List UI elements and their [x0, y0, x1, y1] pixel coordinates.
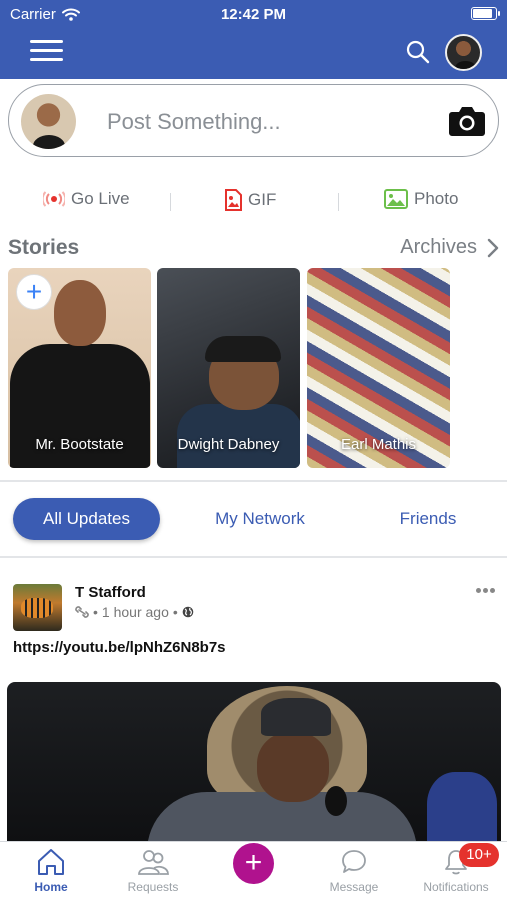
add-story-icon[interactable]: + — [16, 274, 52, 310]
nav-requests-label: Requests — [127, 880, 179, 894]
bottom-nav: Home Requests + Message Notifications — [0, 841, 507, 900]
more-options-icon[interactable] — [476, 580, 500, 593]
composer-actions: Go Live GIF Photo — [0, 189, 507, 217]
search-icon[interactable] — [405, 39, 431, 65]
archives-label: Archives — [400, 236, 477, 258]
chevron-right-icon — [487, 238, 499, 257]
nav-message[interactable]: Message — [309, 848, 399, 894]
go-live-label: Go Live — [71, 189, 130, 208]
globe-icon — [182, 606, 194, 618]
story-name: Dwight Dabney — [177, 436, 280, 453]
post-composer[interactable]: Post Something... — [8, 84, 499, 157]
link-icon — [75, 606, 89, 618]
photo-image-icon — [384, 189, 408, 209]
story-card[interactable]: Dwight Dabney — [157, 268, 300, 468]
story-name: Earl Mathis — [340, 436, 417, 453]
archives-link[interactable]: Archives — [400, 236, 499, 259]
home-icon — [38, 849, 64, 875]
nav-notifications-label: Notifications — [423, 880, 489, 894]
tab-friends[interactable]: Friends — [380, 498, 476, 540]
app-header: Carrier 12:42 PM — [0, 0, 507, 79]
users-icon — [138, 850, 169, 875]
nav-message-label: Message — [329, 880, 379, 894]
post-link[interactable]: https://youtu.be/lpNhZ6N8b7s — [13, 639, 226, 656]
battery-icon — [471, 7, 500, 20]
live-broadcast-icon — [43, 191, 65, 207]
action-divider — [170, 193, 171, 211]
photo-label: Photo — [414, 189, 459, 208]
composer-avatar — [21, 94, 76, 149]
profile-avatar[interactable] — [445, 34, 482, 71]
story-name: Mr. Bootstate — [35, 436, 124, 453]
post-meta: • 1 hour ago • — [75, 604, 194, 620]
hamburger-menu-icon[interactable] — [30, 38, 63, 64]
notifications-badge: 10+ — [459, 843, 499, 867]
post-time: 1 hour ago — [101, 604, 169, 620]
chat-bubble-icon — [342, 850, 366, 873]
nav-requests[interactable]: Requests — [108, 848, 198, 894]
go-live-button[interactable]: Go Live — [43, 189, 130, 209]
action-divider — [338, 193, 339, 211]
story-card[interactable]: Earl Mathis — [307, 268, 450, 468]
post-author[interactable]: T Stafford — [75, 584, 146, 601]
tab-my-network[interactable]: My Network — [200, 498, 320, 540]
meta-dot: • — [93, 604, 98, 620]
post-video-thumbnail[interactable] — [7, 682, 501, 842]
post-author-avatar[interactable] — [13, 584, 62, 631]
camera-icon[interactable] — [448, 105, 486, 137]
status-bar: Carrier 12:42 PM — [0, 5, 507, 25]
tab-all-updates[interactable]: All Updates — [13, 498, 160, 540]
composer-placeholder[interactable]: Post Something... — [107, 109, 281, 135]
gif-label: GIF — [248, 190, 277, 209]
section-divider — [0, 556, 507, 558]
section-divider — [0, 480, 507, 482]
feed-filter-tabs: All Updates My Network Friends — [0, 498, 507, 542]
meta-dot: • — [172, 604, 178, 620]
photo-button[interactable]: Photo — [384, 189, 458, 209]
gif-file-icon — [225, 189, 242, 211]
create-post-button[interactable]: + — [233, 843, 274, 884]
story-card[interactable]: + Mr. Bootstate — [8, 268, 151, 468]
nav-home-label: Home — [34, 880, 68, 894]
stories-header: Stories Archives — [8, 236, 499, 262]
nav-home[interactable]: Home — [6, 848, 96, 894]
status-time: 12:42 PM — [220, 6, 287, 23]
stories-title: Stories — [8, 236, 80, 259]
gif-button[interactable]: GIF — [224, 189, 276, 211]
